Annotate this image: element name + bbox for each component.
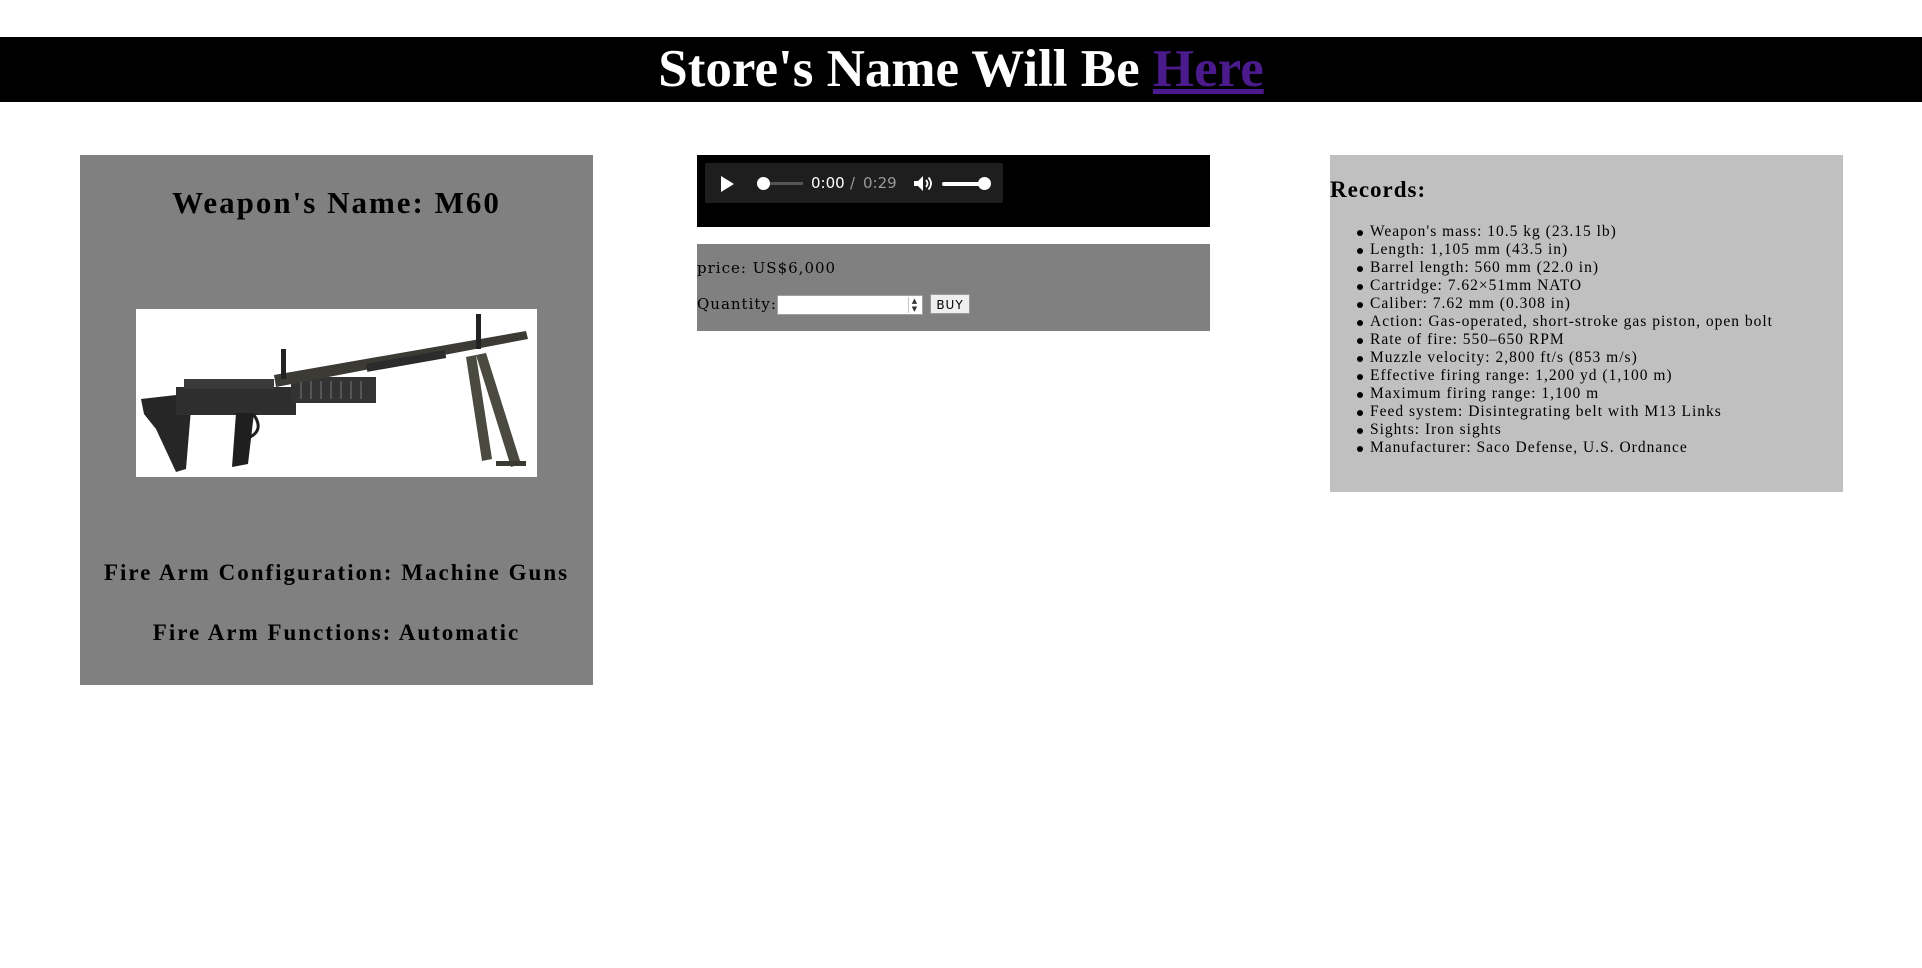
list-item: Weapon's mass: 10.5 kg (23.15 lb) <box>1357 223 1773 241</box>
list-item: Feed system: Disintegrating belt with M1… <box>1357 403 1773 421</box>
records-list: Weapon's mass: 10.5 kg (23.15 lb) Length… <box>1330 223 1773 457</box>
list-item: Length: 1,105 mm (43.5 in) <box>1357 241 1773 259</box>
list-item: Muzzle velocity: 2,800 ft/s (853 m/s) <box>1357 349 1773 367</box>
buy-button[interactable]: BUY <box>930 294 970 314</box>
weapon-card: Weapon's Name: M60 Fire Arm Configuratio… <box>80 155 593 685</box>
quantity-stepper[interactable]: ▲ ▼ <box>908 297 921 313</box>
volume-icon[interactable] <box>914 176 934 191</box>
list-item: Sights: Iron sights <box>1357 421 1773 439</box>
list-item: Rate of fire: 550–650 RPM <box>1357 331 1773 349</box>
list-item: Maximum firing range: 1,100 m <box>1357 385 1773 403</box>
total-time: 0:29 <box>863 174 897 192</box>
time-separator: / <box>850 174 856 192</box>
page: Store's Name Will Be Here Weapon's Name:… <box>0 0 1922 968</box>
purchase-section: price: US$6,000 Quantity: ▲ ▼ BUY <box>697 244 1210 331</box>
progress-knob[interactable] <box>757 177 770 190</box>
list-item: Action: Gas-operated, short-stroke gas p… <box>1357 313 1773 330</box>
quantity-input[interactable]: ▲ ▼ <box>777 295 923 315</box>
list-item: Caliber: 7.62 mm (0.308 in) <box>1357 295 1773 313</box>
weapon-image <box>136 309 537 477</box>
firearm-functions: Fire Arm Functions: Automatic <box>152 620 521 645</box>
play-icon[interactable] <box>721 176 734 192</box>
records-title: Records: <box>1330 177 1427 202</box>
list-item: Barrel length: 560 mm (22.0 in) <box>1357 259 1773 277</box>
list-item: Effective firing range: 1,200 yd (1,100 … <box>1357 367 1773 385</box>
records-section: Records: Weapon's mass: 10.5 kg (23.15 l… <box>1330 155 1843 492</box>
audio-player[interactable]: 0:00 / 0:29 <box>705 163 1003 203</box>
machine-gun-icon <box>141 314 528 472</box>
price-label: price: US$6,000 <box>697 259 837 277</box>
weapon-name: Weapon's Name: M60 <box>172 185 501 220</box>
audio-section: 0:00 / 0:29 <box>697 155 1210 227</box>
firearm-configuration: Fire Arm Configuration: Machine Guns <box>103 560 570 585</box>
store-title-link[interactable]: Here <box>1153 40 1264 98</box>
store-title: Store's Name Will Be <box>658 40 1153 98</box>
list-item: Manufacturer: Saco Defense, U.S. Ordnanc… <box>1357 439 1773 457</box>
quantity-label: Quantity: <box>697 295 777 313</box>
volume-knob[interactable] <box>978 177 991 190</box>
store-header: Store's Name Will Be Here <box>0 37 1922 102</box>
list-item: Cartridge: 7.62×51mm NATO <box>1357 277 1773 295</box>
current-time: 0:00 <box>811 174 845 192</box>
